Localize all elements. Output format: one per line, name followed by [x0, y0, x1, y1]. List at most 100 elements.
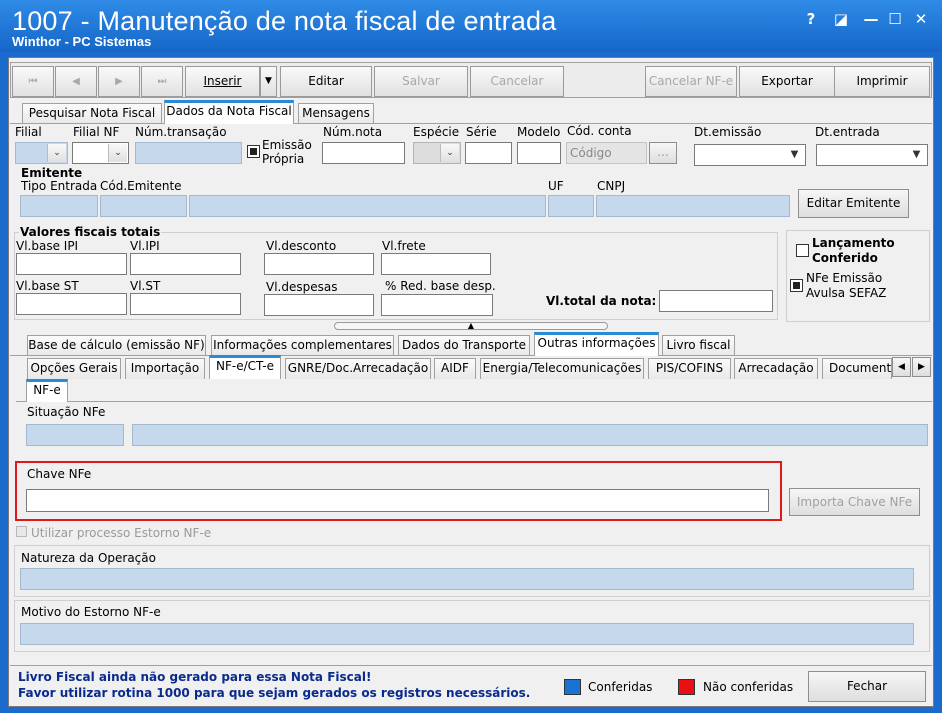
- first-record-button[interactable]: ⏮: [12, 66, 54, 97]
- tab-nfe-cte[interactable]: NF-e/CT-e: [209, 355, 281, 379]
- uf-input[interactable]: [548, 195, 594, 217]
- filial-combo[interactable]: ⌄: [15, 142, 68, 164]
- vl-ipi-input[interactable]: [130, 253, 241, 275]
- importa-chave-nfe-button[interactable]: Importa Chave NFe: [789, 488, 920, 516]
- chevron-down-icon[interactable]: ⌄: [108, 144, 127, 162]
- lancamento-conferido-checkbox[interactable]: [796, 244, 809, 257]
- tab-importacao[interactable]: Importação: [125, 358, 205, 379]
- num-transacao-input[interactable]: [135, 142, 242, 164]
- chave-nfe-label: Chave NFe: [27, 467, 92, 481]
- editar-emitente-button[interactable]: Editar Emitente: [798, 189, 909, 218]
- vl-desconto-input[interactable]: [264, 253, 374, 275]
- cod-emitente-input[interactable]: [100, 195, 187, 217]
- footer-message-1: Livro Fiscal ainda não gerado para essa …: [18, 670, 372, 684]
- close-icon[interactable]: ✕: [910, 10, 932, 28]
- filial-label: Filial: [15, 125, 42, 139]
- maximize-icon[interactable]: ☐: [884, 10, 906, 28]
- footer-message-2: Favor utilizar rotina 1000 para que seja…: [18, 686, 531, 700]
- tab-nfe[interactable]: NF-e: [26, 379, 68, 402]
- tabs-scroll-right-icon[interactable]: ▶: [912, 357, 931, 377]
- codigo-input[interactable]: Código: [566, 142, 647, 164]
- vl-total-input[interactable]: [659, 290, 773, 312]
- vl-st-label: Vl.ST: [130, 279, 161, 293]
- exportar-button[interactable]: Exportar: [739, 66, 835, 97]
- chevron-down-icon[interactable]: ⌄: [440, 144, 459, 162]
- fechar-button[interactable]: Fechar: [808, 671, 926, 702]
- next-record-button[interactable]: ▶: [98, 66, 140, 97]
- chevron-down-icon[interactable]: ▼: [785, 146, 804, 164]
- tab-arrecadacao[interactable]: Arrecadação: [734, 358, 818, 379]
- natureza-input[interactable]: [20, 568, 914, 590]
- chevron-down-icon[interactable]: ▼: [907, 146, 926, 164]
- motivo-input[interactable]: [20, 623, 914, 645]
- tab-opcoes-gerais[interactable]: Opções Gerais: [27, 358, 121, 379]
- tab-livro-fiscal[interactable]: Livro fiscal: [662, 335, 735, 356]
- tab-outras-informacoes[interactable]: Outras informações: [534, 332, 659, 356]
- especie-combo[interactable]: ⌄: [413, 142, 461, 164]
- emissao-propria-checkbox[interactable]: [247, 145, 260, 158]
- num-nota-input[interactable]: [322, 142, 405, 164]
- vl-base-st-input[interactable]: [16, 293, 127, 315]
- vl-base-st-label: Vl.base ST: [16, 279, 79, 293]
- prev-record-button[interactable]: ◀: [55, 66, 97, 97]
- minimize-icon[interactable]: —: [860, 10, 882, 28]
- especie-label: Espécie: [413, 125, 460, 139]
- tipo-entrada-input[interactable]: [20, 195, 98, 217]
- cod-emitente-label: Cód.Emitente: [100, 179, 182, 193]
- serie-input[interactable]: [465, 142, 512, 164]
- dt-emissao-input[interactable]: ▼: [694, 144, 806, 166]
- cnpj-input[interactable]: [596, 195, 790, 217]
- chave-nfe-input[interactable]: [26, 489, 769, 512]
- last-record-button[interactable]: ⏭: [141, 66, 183, 97]
- tab-informacoes-complementares[interactable]: Informações complementares: [211, 335, 394, 356]
- situacao-nfe-label: Situação NFe: [27, 405, 106, 419]
- tab-pis-cofins[interactable]: PIS/COFINS: [648, 358, 731, 379]
- vl-despesas-input[interactable]: [264, 294, 374, 316]
- emitente-nome-input[interactable]: [189, 195, 546, 217]
- tab-dados-transporte[interactable]: Dados do Transporte: [398, 335, 530, 356]
- restore-icon[interactable]: ◪: [830, 10, 852, 28]
- tab-dados-da-nota-fiscal[interactable]: Dados da Nota Fiscal: [164, 100, 294, 124]
- inserir-dropdown-button[interactable]: ▼: [260, 66, 277, 97]
- filial-nf-combo[interactable]: ⌄: [72, 142, 129, 164]
- vl-base-ipi-input[interactable]: [16, 253, 127, 275]
- emitente-title: Emitente: [21, 166, 83, 180]
- dt-entrada-input[interactable]: ▼: [816, 144, 928, 166]
- tab-energia[interactable]: Energia/Telecomunicações: [480, 358, 644, 379]
- nfe-emissao-avulsa-checkbox[interactable]: [790, 279, 803, 292]
- chevron-down-icon[interactable]: ⌄: [47, 144, 66, 162]
- tab-aidf[interactable]: AIDF: [434, 358, 476, 379]
- tab-gnre[interactable]: GNRE/Doc.Arrecadação: [285, 358, 431, 379]
- vl-frete-input[interactable]: [381, 253, 491, 275]
- tabs-scroll-left-icon[interactable]: ◀: [892, 357, 911, 377]
- tab-documentos[interactable]: Documentos: [822, 358, 892, 379]
- cancelar-button[interactable]: Cancelar: [470, 66, 564, 97]
- vl-st-input[interactable]: [130, 293, 241, 315]
- modelo-label: Modelo: [517, 125, 561, 139]
- modelo-input[interactable]: [517, 142, 561, 164]
- tab-pesquisar-nota-fiscal[interactable]: Pesquisar Nota Fiscal: [22, 103, 162, 124]
- inserir-button[interactable]: Inserir: [185, 66, 260, 97]
- vl-total-label: Vl.total da nota:: [546, 294, 657, 308]
- vl-despesas-label: Vl.despesas: [266, 280, 338, 294]
- lancamento-conferido-label: Lançamento Conferido: [812, 236, 895, 265]
- red-base-desp-input[interactable]: [381, 294, 493, 316]
- splitter-handle[interactable]: ▲: [334, 322, 608, 330]
- cod-conta-search-button[interactable]: ...: [649, 142, 677, 164]
- help-icon[interactable]: ?: [800, 10, 822, 28]
- window-subtitle: Winthor - PC Sistemas: [12, 34, 152, 49]
- cancelar-nfe-button[interactable]: Cancelar NF-e: [645, 66, 737, 97]
- red-base-desp-label: % Red. base desp.: [385, 279, 496, 293]
- situacao-nfe-desc[interactable]: [132, 424, 928, 446]
- inserir-label: Inserir: [203, 74, 242, 88]
- vl-desconto-label: Vl.desconto: [266, 239, 337, 253]
- vl-base-ipi-label: Vl.base IPI: [16, 239, 79, 253]
- tab-mensagens[interactable]: Mensagens: [298, 103, 374, 124]
- num-transacao-label: Núm.transação: [135, 125, 227, 139]
- tab-base-calculo[interactable]: Base de cálculo (emissão NF): [27, 335, 206, 356]
- situacao-nfe-code[interactable]: [26, 424, 124, 446]
- utilizar-estorno-checkbox[interactable]: [16, 526, 27, 537]
- salvar-button[interactable]: Salvar: [374, 66, 468, 97]
- editar-button[interactable]: Editar: [280, 66, 372, 97]
- imprimir-button[interactable]: Imprimir: [834, 66, 930, 97]
